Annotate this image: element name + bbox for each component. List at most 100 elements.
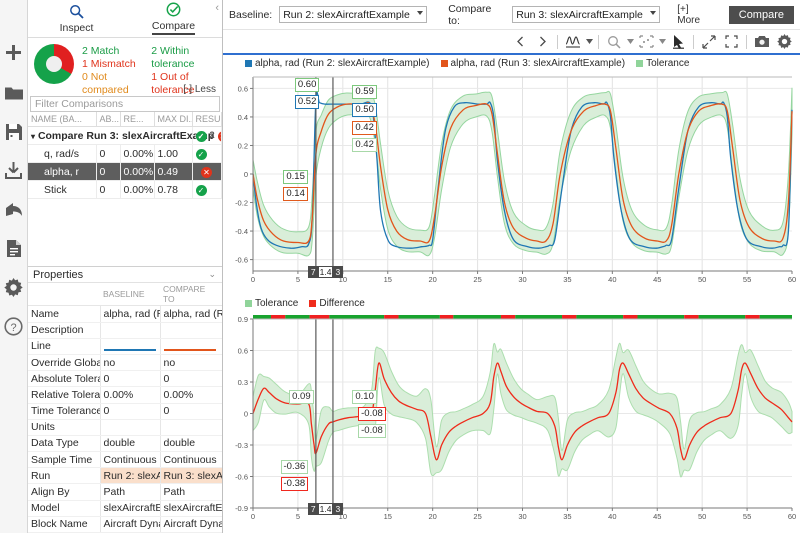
property-baseline-value: slexAircraftExa xyxy=(99,500,160,517)
table-group-row[interactable]: ▾ Compare Run 3: slexAircraftExamp ✓ 2 ✕… xyxy=(28,126,222,145)
difference-plot-legend: Tolerance Difference xyxy=(223,295,800,311)
summary-donut-chart xyxy=(34,44,74,84)
property-label: Override Global Tole xyxy=(28,354,100,372)
collapse-panel-button[interactable]: ‹ xyxy=(215,2,219,14)
gear-icon[interactable] xyxy=(0,268,28,307)
property-row[interactable]: Data Type double double xyxy=(28,435,222,453)
row-signal-name: Stick xyxy=(28,180,97,199)
tab-compare[interactable]: Compare xyxy=(125,0,222,37)
comparison-plot[interactable]: alpha, rad (Run 2: slexAircraftExample) … xyxy=(223,55,800,295)
summary-less-toggle[interactable]: [-] Less xyxy=(183,84,216,95)
property-row[interactable]: Line xyxy=(28,338,222,355)
left-panel: Inspect Compare ‹ 2 Match 1 Mismatch 0 N… xyxy=(28,0,223,533)
difference-plot[interactable]: Tolerance Difference 0.9 0.6 0.3 0 -0.3 -0.6 -… xyxy=(223,295,800,533)
svg-text:50: 50 xyxy=(698,512,706,521)
compare-button[interactable]: Compare xyxy=(728,5,794,24)
fit-dropdown-arrow[interactable] xyxy=(658,32,666,52)
baseline-select[interactable]: Run 2: slexAircraftExampleRun 3: slexAir… xyxy=(279,6,428,23)
cursor-dropdown-arrow[interactable] xyxy=(585,32,593,52)
snapshot-camera-icon[interactable] xyxy=(752,32,772,52)
save-icon[interactable] xyxy=(0,112,28,151)
property-row[interactable]: ModelslexAircraftExaslexAircraftExa xyxy=(28,500,222,517)
plot-settings-gear-icon[interactable] xyxy=(774,32,794,52)
cursor-signal-icon[interactable] xyxy=(563,32,583,52)
report-icon[interactable] xyxy=(0,229,28,268)
fit-to-view-icon[interactable] xyxy=(636,32,656,52)
legend-swatch xyxy=(636,60,644,67)
comparison-plot-legend: alpha, rad (Run 2: slexAircraftExample) … xyxy=(223,55,800,71)
row-result: ✕ xyxy=(192,162,222,181)
new-icon[interactable] xyxy=(0,34,28,73)
svg-text:35: 35 xyxy=(563,512,571,521)
property-baseline-value: 0 xyxy=(99,370,160,388)
next-signal-button[interactable] xyxy=(532,32,552,52)
property-row[interactable]: Override Global Tolenono xyxy=(28,354,222,372)
property-baseline-value xyxy=(99,338,160,355)
table-row[interactable]: Stick 0 0.00% 0.78 ✓ xyxy=(28,180,222,199)
property-baseline-value: double xyxy=(99,435,160,453)
summary-not-compared: 0 Not compared xyxy=(82,71,129,96)
run-selection-bar: Baseline: Run 2: slexAircraftExampleRun … xyxy=(223,0,800,30)
tab-inspect[interactable]: Inspect xyxy=(28,0,125,37)
more-options-toggle[interactable]: [+] More xyxy=(677,4,714,26)
row-rel-tol: 0.00% xyxy=(120,144,155,163)
property-compare-value: 0 xyxy=(159,370,222,388)
col-result[interactable]: RESULT xyxy=(192,112,222,127)
property-label: Data Type xyxy=(28,435,100,453)
svg-text:-0.3: -0.3 xyxy=(235,441,248,450)
row-rel-tol: 0.00% xyxy=(120,180,155,199)
expand-icon[interactable] xyxy=(699,32,719,52)
property-row[interactable]: Units xyxy=(28,419,222,436)
properties-header[interactable]: Properties ⌄ xyxy=(28,266,222,284)
zoom-icon[interactable] xyxy=(604,32,624,52)
property-compare-value xyxy=(159,338,222,355)
col-abs[interactable]: AB... xyxy=(96,112,121,127)
group-expand-caret[interactable]: ▾ xyxy=(31,132,35,141)
svg-text:0: 0 xyxy=(244,170,248,179)
property-row[interactable]: Sample Time Continuous Continuous xyxy=(28,451,222,469)
simulation-data-inspector-window: ? Inspect Compare ‹ 2 Match 1 Mismatch 0… xyxy=(0,0,800,533)
svg-text:0.2: 0.2 xyxy=(238,141,248,150)
property-label: Units xyxy=(28,419,100,436)
property-row[interactable]: RunRun 2: slexAircRun 3: slexAirc xyxy=(28,467,222,485)
col-maxdiff[interactable]: MAX DI... xyxy=(154,112,193,127)
property-compare-value: 0.00% xyxy=(159,386,222,404)
prev-signal-button[interactable] xyxy=(510,32,530,52)
filter-comparisons-input[interactable]: Filter Comparisons xyxy=(30,96,220,112)
table-row[interactable]: alpha, r 0 0.00% 0.49 ✕ xyxy=(28,162,222,181)
share-icon[interactable] xyxy=(0,190,28,229)
svg-text:-0.2: -0.2 xyxy=(235,199,248,208)
help-icon[interactable]: ? xyxy=(0,307,28,346)
svg-text:0.9: 0.9 xyxy=(238,315,248,324)
comparison-plot-canvas[interactable]: 0.6 0.4 0.2 0 -0.2 -0.4 -0.6 0 5 10 15 20 25 30 35 40 45… xyxy=(223,71,798,289)
difference-plot-canvas[interactable]: 0.90.60.30-0.3-0.6-0.90 5 10 15 20 25 30 35 40 45… xyxy=(223,311,798,526)
svg-text:5: 5 xyxy=(296,512,300,521)
property-row[interactable]: Time Tolerance 0 0 xyxy=(28,403,222,420)
row-max-diff: 0.78 xyxy=(154,180,193,199)
col-name[interactable]: NAME (BA... xyxy=(28,112,97,127)
property-compare-value: Run 3: slexAirc xyxy=(159,467,222,485)
property-label: Sample Time xyxy=(28,451,100,469)
compare-to-select[interactable]: Run 2: slexAircraftExampleRun 3: slexAir… xyxy=(512,6,661,23)
col-rel[interactable]: RE... xyxy=(120,112,155,127)
chevron-down-icon[interactable]: ⌄ xyxy=(208,269,216,280)
property-row[interactable]: Namealpha, rad (Runalpha, rad (Run xyxy=(28,305,222,323)
property-label: Block Name xyxy=(28,516,100,533)
zoom-dropdown-arrow[interactable] xyxy=(626,32,634,52)
pointer-icon[interactable] xyxy=(668,32,688,52)
property-baseline-value: 0.00% xyxy=(99,386,160,404)
property-row[interactable]: Description xyxy=(28,322,222,339)
legend-label: alpha, rad (Run 2: slexAircraftExample) xyxy=(255,58,430,69)
property-baseline-value: 0 xyxy=(99,403,160,420)
property-row[interactable]: Align By Path Path xyxy=(28,483,222,501)
row-result: ✓ xyxy=(192,180,222,199)
property-row[interactable]: Block NameAircraft DynamAircraft Dynam xyxy=(28,516,222,533)
import-icon[interactable] xyxy=(0,151,28,190)
property-row[interactable]: Absolute Tolerance00 xyxy=(28,370,222,388)
fullscreen-icon[interactable] xyxy=(721,32,741,52)
filter-placeholder: Filter Comparisons xyxy=(35,98,124,110)
property-row[interactable]: Relative Tolerance0.00%0.00% xyxy=(28,386,222,404)
open-folder-icon[interactable] xyxy=(0,73,28,112)
properties-table: BASELINE COMPARE TO Namealpha, rad (Runa… xyxy=(28,283,222,533)
table-row[interactable]: q, rad/s 0 0.00% 1.00 ✓ xyxy=(28,144,222,163)
